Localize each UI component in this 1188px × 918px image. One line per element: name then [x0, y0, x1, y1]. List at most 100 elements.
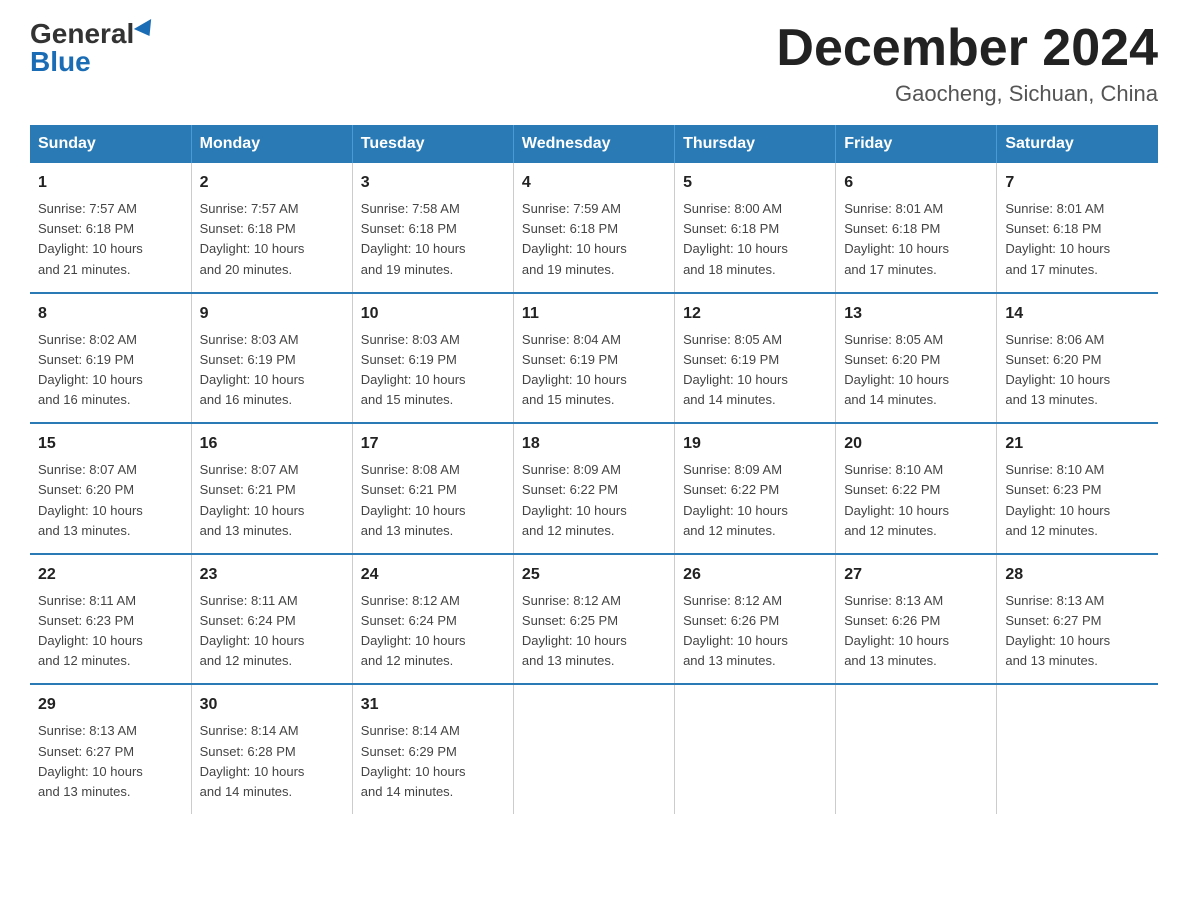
calendar-week-1: 1 Sunrise: 7:57 AMSunset: 6:18 PMDaylight…	[30, 163, 1158, 293]
calendar-cell: 16Sunrise: 8:07 AMSunset: 6:21 PMDayligh…	[191, 423, 352, 554]
day-info: Sunrise: 8:13 AMSunset: 6:27 PMDaylight:…	[1005, 591, 1150, 672]
day-info: Sunrise: 8:05 AMSunset: 6:20 PMDaylight:…	[844, 330, 988, 411]
calendar-location: Gaocheng, Sichuan, China	[776, 81, 1158, 107]
calendar-table: Sunday Monday Tuesday Wednesday Thursday…	[30, 125, 1158, 814]
calendar-body: 1 Sunrise: 7:57 AMSunset: 6:18 PMDaylight…	[30, 163, 1158, 814]
day-number: 19	[683, 432, 827, 456]
calendar-cell: 13 Sunrise: 8:05 AMSunset: 6:20 PMDayligh…	[836, 293, 997, 424]
day-info: Sunrise: 8:03 AMSunset: 6:19 PMDaylight:…	[200, 330, 344, 411]
day-number: 23	[200, 563, 344, 587]
calendar-cell: 27 Sunrise: 8:13 AMSunset: 6:26 PMDayligh…	[836, 554, 997, 685]
day-info: Sunrise: 8:09 AMSunset: 6:22 PMDaylight:…	[522, 460, 666, 541]
day-info: Sunrise: 8:12 AMSunset: 6:25 PMDaylight:…	[522, 591, 666, 672]
calendar-cell: 14 Sunrise: 8:06 AMSunset: 6:20 PMDayligh…	[997, 293, 1158, 424]
day-number: 25	[522, 563, 666, 587]
calendar-cell	[675, 684, 836, 814]
day-number: 17	[361, 432, 505, 456]
calendar-cell: 4Sunrise: 7:59 AMSunset: 6:18 PMDaylight…	[513, 163, 674, 293]
calendar-cell: 15 Sunrise: 8:07 AMSunset: 6:20 PMDayligh…	[30, 423, 191, 554]
day-info: Sunrise: 8:06 AMSunset: 6:20 PMDaylight:…	[1005, 330, 1150, 411]
day-info: Sunrise: 8:00 AMSunset: 6:18 PMDaylight:…	[683, 199, 827, 280]
calendar-cell: 30Sunrise: 8:14 AMSunset: 6:28 PMDayligh…	[191, 684, 352, 814]
calendar-header: Sunday Monday Tuesday Wednesday Thursday…	[30, 125, 1158, 163]
calendar-title: December 2024	[776, 20, 1158, 77]
day-info: Sunrise: 8:12 AMSunset: 6:26 PMDaylight:…	[683, 591, 827, 672]
calendar-cell: 19 Sunrise: 8:09 AMSunset: 6:22 PMDayligh…	[675, 423, 836, 554]
logo-blue-text: Blue	[30, 46, 91, 77]
logo-general-text: General	[30, 20, 134, 48]
calendar-cell: 11Sunrise: 8:04 AMSunset: 6:19 PMDayligh…	[513, 293, 674, 424]
calendar-cell: 17Sunrise: 8:08 AMSunset: 6:21 PMDayligh…	[352, 423, 513, 554]
day-number: 14	[1005, 302, 1150, 326]
calendar-cell: 25 Sunrise: 8:12 AMSunset: 6:25 PMDayligh…	[513, 554, 674, 685]
header-monday: Monday	[191, 125, 352, 163]
calendar-cell: 5 Sunrise: 8:00 AMSunset: 6:18 PMDaylight…	[675, 163, 836, 293]
calendar-cell: 31Sunrise: 8:14 AMSunset: 6:29 PMDayligh…	[352, 684, 513, 814]
calendar-cell: 2 Sunrise: 7:57 AMSunset: 6:18 PMDaylight…	[191, 163, 352, 293]
day-number: 10	[361, 302, 505, 326]
day-number: 5	[683, 171, 827, 195]
day-info: Sunrise: 8:13 AMSunset: 6:27 PMDaylight:…	[38, 721, 183, 802]
day-number: 24	[361, 563, 505, 587]
calendar-cell	[997, 684, 1158, 814]
calendar-cell: 20 Sunrise: 8:10 AMSunset: 6:22 PMDayligh…	[836, 423, 997, 554]
calendar-cell: 7Sunrise: 8:01 AMSunset: 6:18 PMDaylight…	[997, 163, 1158, 293]
calendar-cell	[836, 684, 997, 814]
day-info: Sunrise: 8:12 AMSunset: 6:24 PMDaylight:…	[361, 591, 505, 672]
header-tuesday: Tuesday	[352, 125, 513, 163]
calendar-cell: 6Sunrise: 8:01 AMSunset: 6:18 PMDaylight…	[836, 163, 997, 293]
day-number: 29	[38, 693, 183, 717]
day-info: Sunrise: 8:10 AMSunset: 6:23 PMDaylight:…	[1005, 460, 1150, 541]
day-info: Sunrise: 8:03 AMSunset: 6:19 PMDaylight:…	[361, 330, 505, 411]
calendar-cell: 26 Sunrise: 8:12 AMSunset: 6:26 PMDayligh…	[675, 554, 836, 685]
day-number: 26	[683, 563, 827, 587]
logo: General Blue	[30, 20, 156, 76]
page-header: General Blue December 2024 Gaocheng, Sic…	[30, 20, 1158, 107]
day-number: 13	[844, 302, 988, 326]
day-number: 15	[38, 432, 183, 456]
day-number: 4	[522, 171, 666, 195]
logo-triangle-icon	[134, 19, 158, 41]
calendar-week-3: 15 Sunrise: 8:07 AMSunset: 6:20 PMDayligh…	[30, 423, 1158, 554]
day-info: Sunrise: 8:13 AMSunset: 6:26 PMDaylight:…	[844, 591, 988, 672]
day-info: Sunrise: 8:07 AMSunset: 6:20 PMDaylight:…	[38, 460, 183, 541]
day-info: Sunrise: 8:09 AMSunset: 6:22 PMDaylight:…	[683, 460, 827, 541]
calendar-cell: 21 Sunrise: 8:10 AMSunset: 6:23 PMDayligh…	[997, 423, 1158, 554]
calendar-cell: 23Sunrise: 8:11 AMSunset: 6:24 PMDayligh…	[191, 554, 352, 685]
day-number: 9	[200, 302, 344, 326]
calendar-cell: 9 Sunrise: 8:03 AMSunset: 6:19 PMDaylight…	[191, 293, 352, 424]
day-number: 28	[1005, 563, 1150, 587]
calendar-week-5: 29 Sunrise: 8:13 AMSunset: 6:27 PMDayligh…	[30, 684, 1158, 814]
day-info: Sunrise: 8:01 AMSunset: 6:18 PMDaylight:…	[844, 199, 988, 280]
calendar-cell: 1 Sunrise: 7:57 AMSunset: 6:18 PMDaylight…	[30, 163, 191, 293]
header-wednesday: Wednesday	[513, 125, 674, 163]
day-number: 1	[38, 171, 183, 195]
day-info: Sunrise: 8:10 AMSunset: 6:22 PMDaylight:…	[844, 460, 988, 541]
day-info: Sunrise: 7:57 AMSunset: 6:18 PMDaylight:…	[38, 199, 183, 280]
day-number: 3	[361, 171, 505, 195]
calendar-cell: 29 Sunrise: 8:13 AMSunset: 6:27 PMDayligh…	[30, 684, 191, 814]
day-number: 30	[200, 693, 344, 717]
calendar-cell	[513, 684, 674, 814]
calendar-cell: 8 Sunrise: 8:02 AMSunset: 6:19 PMDaylight…	[30, 293, 191, 424]
calendar-cell: 24 Sunrise: 8:12 AMSunset: 6:24 PMDayligh…	[352, 554, 513, 685]
calendar-cell: 12Sunrise: 8:05 AMSunset: 6:19 PMDayligh…	[675, 293, 836, 424]
day-number: 21	[1005, 432, 1150, 456]
calendar-cell: 28 Sunrise: 8:13 AMSunset: 6:27 PMDayligh…	[997, 554, 1158, 685]
day-number: 27	[844, 563, 988, 587]
day-number: 20	[844, 432, 988, 456]
day-number: 2	[200, 171, 344, 195]
calendar-cell: 3 Sunrise: 7:58 AMSunset: 6:18 PMDaylight…	[352, 163, 513, 293]
day-number: 18	[522, 432, 666, 456]
day-info: Sunrise: 8:11 AMSunset: 6:23 PMDaylight:…	[38, 591, 183, 672]
day-number: 7	[1005, 171, 1150, 195]
calendar-week-4: 22Sunrise: 8:11 AMSunset: 6:23 PMDayligh…	[30, 554, 1158, 685]
day-number: 12	[683, 302, 827, 326]
day-info: Sunrise: 7:57 AMSunset: 6:18 PMDaylight:…	[200, 199, 344, 280]
day-number: 8	[38, 302, 183, 326]
calendar-cell: 10 Sunrise: 8:03 AMSunset: 6:19 PMDayligh…	[352, 293, 513, 424]
day-number: 11	[522, 302, 666, 326]
day-info: Sunrise: 8:02 AMSunset: 6:19 PMDaylight:…	[38, 330, 183, 411]
header-friday: Friday	[836, 125, 997, 163]
day-info: Sunrise: 7:58 AMSunset: 6:18 PMDaylight:…	[361, 199, 505, 280]
